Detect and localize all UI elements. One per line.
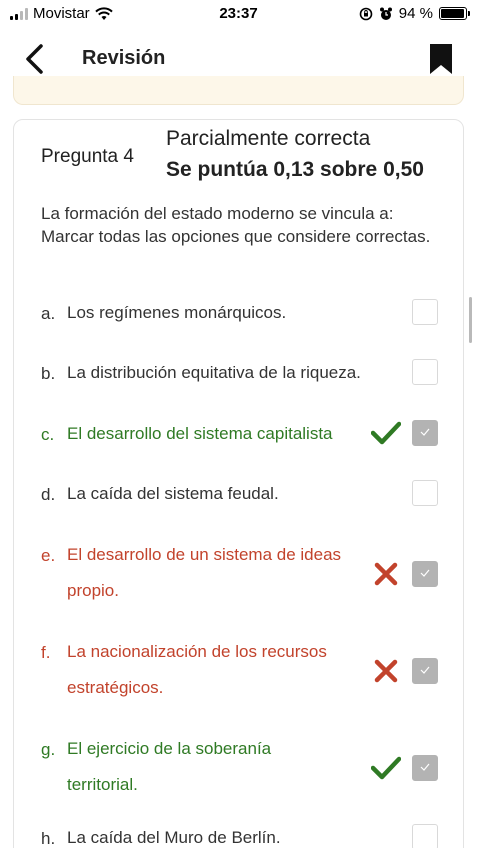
option-text-continued: propio. (67, 581, 119, 600)
check-icon (371, 421, 401, 445)
option-checkbox[interactable] (412, 658, 438, 684)
option-checkbox[interactable] (412, 420, 438, 446)
option-text: El desarrollo del sistema capitalista (67, 424, 333, 443)
option-letter: d. (41, 485, 56, 504)
option-checkbox[interactable] (412, 755, 438, 781)
checkbox-tick-icon (420, 666, 430, 674)
option-text-continued: territorial. (67, 775, 138, 794)
status-right: 94 % (359, 5, 470, 22)
option-letter: f. (41, 643, 51, 662)
status-bar: Movistar 23:37 94 % (0, 0, 477, 28)
option-text: El desarrollo de un sistema de ideas (67, 545, 342, 564)
option-letter: e. (41, 546, 56, 565)
page-title: Revisión (82, 47, 166, 69)
question-text: La formación del estado moderno se vincu… (41, 204, 431, 246)
bookmark-icon[interactable] (429, 43, 453, 75)
option-checkbox[interactable] (412, 480, 438, 506)
check-icon (371, 756, 401, 780)
option-text: El ejercicio de la soberanía (67, 739, 272, 758)
option-letter: h. (41, 829, 56, 848)
question-status: Parcialmente correcta (166, 127, 371, 150)
battery-icon (439, 7, 470, 20)
scrollbar[interactable] (469, 297, 472, 343)
question-number: Pregunta 4 (41, 146, 134, 167)
option-letter: a. (41, 304, 56, 323)
alarm-icon (379, 7, 392, 20)
option-letter: g. (41, 740, 56, 759)
previous-question-card (13, 76, 464, 105)
option-checkbox[interactable] (412, 824, 438, 848)
cross-icon (374, 562, 398, 586)
battery-percentage: 94 % (398, 5, 433, 22)
option-checkbox[interactable] (412, 299, 438, 325)
option-letter: c. (41, 425, 55, 444)
option-text-continued: estratégicos. (67, 678, 164, 697)
option-text: Los regímenes monárquicos. (67, 303, 287, 322)
option-checkbox[interactable] (412, 561, 438, 587)
cross-icon (374, 659, 398, 683)
question-card: Pregunta 4 Parcialmente correcta Se punt… (13, 119, 464, 848)
option-text: La distribución equitativa de la riqueza… (67, 363, 361, 382)
checkbox-tick-icon (420, 763, 430, 771)
option-text: La nacionalización de los recursos (67, 642, 327, 661)
option-letter: b. (41, 364, 56, 383)
orientation-lock-icon (359, 7, 373, 20)
checkbox-tick-icon (420, 428, 430, 436)
option-text: La caída del Muro de Berlín. (67, 828, 281, 847)
option-checkbox[interactable] (412, 359, 438, 385)
checkbox-tick-icon (420, 569, 430, 577)
back-chevron-icon[interactable] (20, 42, 50, 76)
option-text: La caída del sistema feudal. (67, 484, 279, 503)
question-score: Se puntúa 0,13 sobre 0,50 (166, 158, 424, 181)
